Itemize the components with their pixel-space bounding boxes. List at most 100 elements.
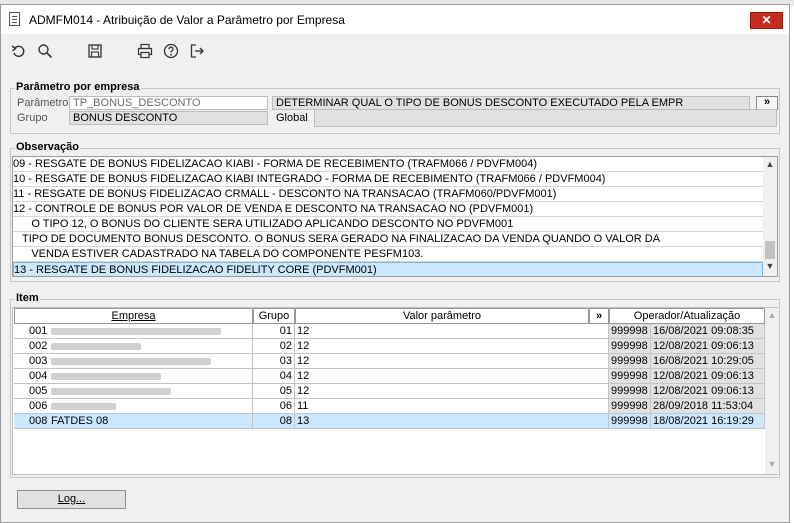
redacted-name [51,328,221,335]
grupo-cell: 01 [253,324,295,339]
operador-cell: 999998 [609,369,651,384]
observacao-line: VENDA ESTIVER CADASTRADO NA TABELA DO CO… [13,247,763,262]
empresa-cell: 006 [14,399,253,414]
empresa-cell: 005 [14,384,253,399]
column-header-operador[interactable]: Operador/Atualização [609,308,765,324]
grupo-cell: 06 [253,399,295,414]
save-icon[interactable] [84,40,106,62]
help-icon[interactable] [160,40,182,62]
item-legend: Item [15,292,40,304]
valor-cell: 11 [295,399,609,414]
title-bar[interactable]: ADMFM014 - Atribuição de Valor a Parâmet… [1,5,789,34]
operador-cell: 999998 [609,339,651,354]
table-row[interactable]: 001 01 12 999998 16/08/2021 09:08:35 [14,324,765,339]
observacao-line-selected[interactable]: 13 - RESGATE DE BONUS FIDELIZACAO FIDELI… [13,262,763,276]
empresa-code: 008 [29,415,48,427]
table-row[interactable]: 008 FATDES 08 08 13 999998 18/08/2021 16:19:2… [14,414,765,429]
redacted-name [51,358,211,365]
column-header-valor[interactable]: Valor parâmetro [295,308,589,324]
empresa-cell: 003 [14,354,253,369]
observacao-line: O TIPO 12, O BONUS DO CLIENTE SERA UTILI… [13,217,763,232]
column-header-more-button[interactable]: » [589,308,609,324]
operador-cell: 999998 [609,354,651,369]
empresa-code: 006 [29,400,48,412]
grupo-cell: 02 [253,339,295,354]
table-row[interactable]: 006 06 11 999998 28/09/2018 11:53:04 [14,399,765,414]
observacao-line: 12 - CONTROLE DE BONUS POR VALOR DE VEND… [13,202,763,217]
valor-cell: 12 [295,354,609,369]
atualizacao-cell: 12/08/2021 09:06:13 [651,339,765,354]
column-header-empresa[interactable]: Empresa [14,308,253,324]
observacao-textarea[interactable]: 09 - RESGATE DE BONUS FIDELIZACAO KIABI … [12,156,778,277]
valor-cell: 12 [295,324,609,339]
empresa-cell: 008 FATDES 08 [14,414,253,429]
empresa-code: 002 [29,340,48,352]
observacao-legend: Observação [15,141,80,153]
operador-cell: 999998 [609,399,651,414]
parametro-label: Parâmetro [17,97,69,109]
valor-cell: 13 [295,414,609,429]
table-row[interactable]: 002 02 12 999998 12/08/2021 09:06:13 [14,339,765,354]
log-button[interactable]: Log... [17,490,126,509]
grupo-cell: 03 [253,354,295,369]
atualizacao-cell: 18/08/2021 16:19:29 [651,414,765,429]
close-button[interactable]: ✕ [750,12,783,29]
redacted-name [51,343,141,350]
table-row[interactable]: 005 05 12 999998 12/08/2021 09:06:13 [14,384,765,399]
global-field [314,109,777,127]
observacao-line: 09 - RESGATE DE BONUS FIDELIZACAO KIABI … [13,157,763,172]
operador-cell: 999998 [609,324,651,339]
undo-icon[interactable] [8,40,30,62]
descricao-field: DETERMINAR QUAL O TIPO DE BONUS DESCONTO… [272,96,750,110]
grupo-cell: 04 [253,369,295,384]
operador-cell: 999998 [609,384,651,399]
valor-cell: 12 [295,369,609,384]
empresa-cell: 002 [14,339,253,354]
exit-icon[interactable] [186,40,208,62]
toolbar [1,34,789,68]
empresa-cell: 001 [14,324,253,339]
grupo-label: Grupo [17,112,48,124]
descricao-more-button[interactable]: » [756,96,778,110]
grupo-field: BONUS DESCONTO [69,111,268,125]
parametro-field[interactable]: TP_BONUS_DESCONTO [69,96,268,110]
empresa-code: 004 [29,370,48,382]
print-icon[interactable] [134,40,156,62]
atualizacao-cell: 28/09/2018 11:53:04 [651,399,765,414]
table-row[interactable]: 003 03 12 999998 16/08/2021 10:29:05 [14,354,765,369]
atualizacao-cell: 16/08/2021 10:29:05 [651,354,765,369]
atualizacao-cell: 12/08/2021 09:06:13 [651,369,765,384]
valor-cell: 12 [295,384,609,399]
document-icon [9,12,20,26]
parametro-legend: Parâmetro por empresa [15,81,141,93]
empresa-code: 003 [29,355,48,367]
empresa-name: FATDES 08 [51,415,109,427]
scroll-thumb[interactable] [765,241,775,259]
atualizacao-cell: 12/08/2021 09:06:13 [651,384,765,399]
window-title: ADMFM014 - Atribuição de Valor a Parâmet… [29,13,345,27]
observacao-scrollbar[interactable]: ▲ ▼ [763,157,777,276]
observacao-line: 10 - RESGATE DE BONUS FIDELIZACAO KIABI … [13,172,763,187]
redacted-name [51,373,161,380]
empresa-code: 005 [29,385,48,397]
scroll-up-icon[interactable]: ▲ [763,159,777,169]
table-row[interactable]: 004 04 12 999998 12/08/2021 09:06:13 [14,369,765,384]
search-icon[interactable] [34,40,56,62]
grupo-cell: 08 [253,414,295,429]
redacted-name [51,388,171,395]
observacao-line: TIPO DE DOCUMENTO BONUS DESCONTO. O BONU… [13,232,763,247]
item-scrollbar[interactable]: ▲ ▼ [765,308,778,474]
valor-cell: 12 [295,339,609,354]
global-label: Global [276,112,308,124]
scroll-up-icon[interactable]: ▲ [765,310,779,320]
scroll-down-icon[interactable]: ▼ [765,459,779,469]
grupo-cell: 05 [253,384,295,399]
scroll-down-icon[interactable]: ▼ [763,261,777,271]
item-grid: Empresa Grupo Valor parâmetro » Operador… [12,307,778,475]
operador-cell: 999998 [609,414,651,429]
atualizacao-cell: 16/08/2021 09:08:35 [651,324,765,339]
empresa-cell: 004 [14,369,253,384]
empresa-code: 001 [29,325,48,337]
observacao-line: 11 - RESGATE DE BONUS FIDELIZACAO CRMALL… [13,187,763,202]
column-header-grupo[interactable]: Grupo [253,308,295,324]
